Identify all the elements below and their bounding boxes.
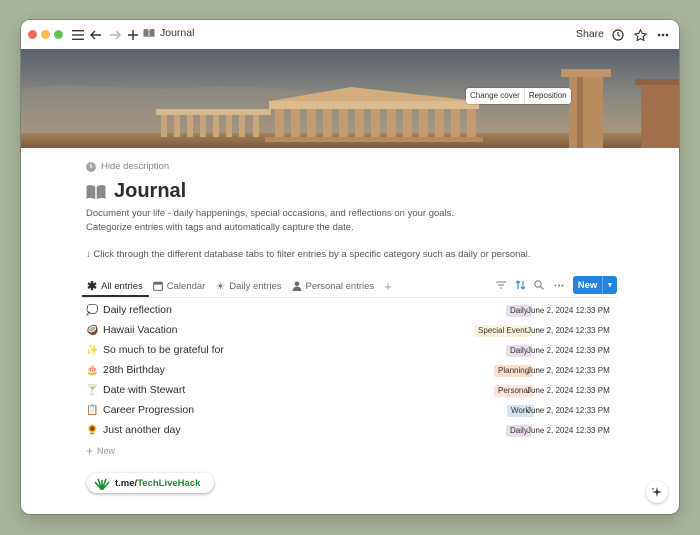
entry-title: Hawaii Vacation: [103, 324, 178, 336]
calendar-icon: [152, 281, 163, 291]
zoom-window-button[interactable]: [54, 30, 63, 39]
entry-date: June 2, 2024 12:33 PM: [527, 386, 610, 395]
table-row[interactable]: 🥥 Hawaii Vacation Special Event June 2, …: [86, 321, 618, 341]
cocktail-glass-icon: 🍸: [86, 385, 99, 396]
entry-date: June 2, 2024 12:33 PM: [527, 426, 610, 435]
sunflower-icon: 🌻: [86, 425, 99, 436]
sparkles-icon: ✨: [86, 345, 99, 356]
page-title-row: Journal: [86, 180, 186, 203]
cover-controls: Change cover Reposition: [466, 88, 571, 104]
table-row[interactable]: 🍸 Date with Stewart Personal June 2, 202…: [86, 381, 618, 401]
entry-date: June 2, 2024 12:33 PM: [527, 366, 610, 375]
birthday-cake-icon: 🎂: [86, 365, 99, 376]
table-row[interactable]: 🎂 28th Birthday Planning June 2, 2024 12…: [86, 361, 618, 381]
back-arrow-icon[interactable]: [88, 27, 104, 43]
entry-title: So much to be grateful for: [103, 344, 224, 356]
more-options-icon[interactable]: [655, 27, 671, 43]
add-view-button[interactable]: +: [379, 276, 397, 296]
new-button-label: New: [577, 279, 598, 291]
tab-label: Daily entries: [229, 280, 282, 292]
add-new-entry[interactable]: + New: [86, 444, 115, 458]
breadcrumb-label: Journal: [160, 27, 195, 39]
description-line-2: Categorize entries with tags and automat…: [86, 222, 354, 233]
person-icon: [292, 281, 301, 291]
sun-icon: ☀: [215, 280, 226, 293]
entry-title: Date with Stewart: [103, 384, 186, 396]
entry-title: Career Progression: [103, 404, 195, 416]
close-window-button[interactable]: [28, 30, 37, 39]
app-window: Journal Share Change cover Reposition i …: [21, 20, 679, 514]
watermark-badge: t.me/TechLiveHack: [87, 473, 214, 493]
plus-icon: +: [384, 278, 392, 294]
entry-title: 28th Birthday: [103, 364, 165, 376]
tab-personal-entries[interactable]: Personal entries: [287, 276, 380, 296]
tab-label: Calendar: [166, 280, 206, 292]
open-book-icon: [86, 184, 106, 199]
title-bar: Journal Share: [21, 20, 679, 49]
open-book-icon: [143, 29, 155, 38]
clipboard-icon: 📋: [86, 405, 99, 416]
breadcrumb[interactable]: Journal: [143, 27, 194, 39]
cover-image: Change cover Reposition: [21, 49, 679, 148]
database-view-tabs: ✱ All entries Calendar ☀ Daily entries P…: [82, 276, 397, 296]
asterisk-icon: ✱: [87, 279, 98, 293]
sidebar-menu-icon[interactable]: [70, 27, 86, 43]
plant-logo-icon: [94, 478, 110, 490]
table-row[interactable]: 💭 Daily reflection Daily June 2, 2024 12…: [86, 301, 618, 321]
tab-all-entries[interactable]: ✱ All entries: [82, 276, 148, 296]
tab-daily-entries[interactable]: ☀ Daily entries: [210, 276, 286, 296]
table-row[interactable]: ✨ So much to be grateful for Daily June …: [86, 341, 618, 361]
favorite-star-icon[interactable]: [632, 27, 648, 43]
new-entry-button[interactable]: New ▼: [573, 276, 617, 294]
tabs-divider: [82, 297, 618, 298]
search-icon[interactable]: [532, 278, 546, 292]
sparkle-icon: [651, 487, 662, 497]
hide-description-toggle[interactable]: i Hide description: [86, 161, 169, 172]
plus-icon: +: [86, 444, 94, 458]
database-hint: ↓ Click through the different database t…: [86, 249, 531, 260]
sort-icon[interactable]: [513, 278, 527, 292]
parthenon-painting: [21, 49, 679, 148]
coconut-icon: 🥥: [86, 325, 99, 336]
entry-date: June 2, 2024 12:33 PM: [527, 306, 610, 315]
hide-description-label: Hide description: [101, 161, 170, 172]
forward-arrow-icon[interactable]: [107, 27, 123, 43]
table-row[interactable]: 📋 Career Progression Work June 2, 2024 1…: [86, 401, 618, 421]
tab-label: All entries: [101, 280, 143, 292]
description-line-1: Document your life - daily happenings, s…: [86, 208, 455, 219]
ai-sparkle-button[interactable]: [646, 481, 668, 503]
entry-date: June 2, 2024 12:33 PM: [527, 346, 610, 355]
watermark-prefix: t.me/: [115, 477, 138, 489]
tag-badge: Special Event: [474, 325, 531, 337]
tab-label: Personal entries: [305, 280, 375, 292]
table-row[interactable]: 🌻 Just another day Daily June 2, 2024 12…: [86, 421, 618, 441]
watermark-brand: TechLiveHack: [137, 477, 201, 489]
share-button[interactable]: Share: [576, 28, 604, 40]
change-cover-button[interactable]: Change cover: [466, 88, 524, 104]
thought-bubble-icon: 💭: [86, 305, 99, 316]
tab-calendar[interactable]: Calendar: [148, 276, 211, 296]
minimize-window-button[interactable]: [41, 30, 50, 39]
updates-clock-icon[interactable]: [610, 27, 626, 43]
entry-date: June 2, 2024 12:33 PM: [527, 406, 610, 415]
entry-date: June 2, 2024 12:33 PM: [527, 326, 610, 335]
new-page-plus-icon[interactable]: [125, 27, 141, 43]
add-new-label: New: [97, 446, 116, 456]
more-options-icon[interactable]: [552, 278, 566, 292]
entry-title: Daily reflection: [103, 304, 172, 316]
info-icon: i: [86, 161, 96, 172]
filter-icon[interactable]: [494, 278, 508, 292]
page-title: Journal: [114, 180, 187, 202]
entry-title: Just another day: [103, 424, 181, 436]
reposition-button[interactable]: Reposition: [523, 88, 571, 104]
chevron-down-icon[interactable]: ▼: [603, 282, 617, 289]
